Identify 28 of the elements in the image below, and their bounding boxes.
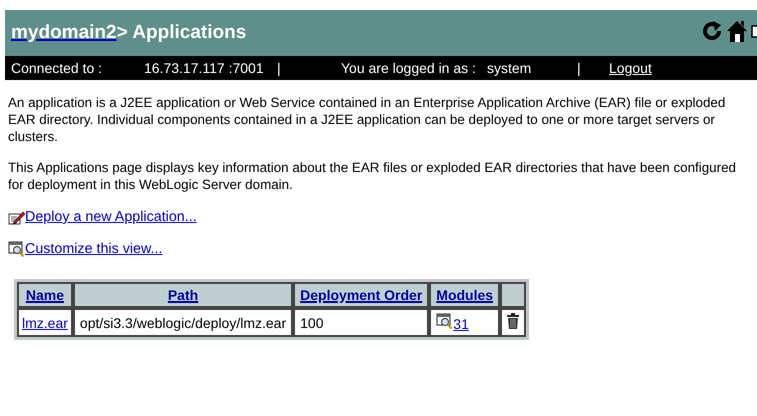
column-header[interactable]: Path [72,282,294,308]
server-address: 16.73.17.117 :7001 [144,60,265,76]
separator: | [277,60,282,76]
user-name: system [487,60,532,76]
edit-icon [8,211,25,225]
column-header[interactable]: Modules [429,282,500,308]
column-header[interactable]: Name [17,282,73,308]
column-header[interactable]: Deployment Order [293,282,430,308]
table-cell: 100 [293,308,430,337]
description-text: An application is a J2EE application or Web Service contained in an Enterprise Application Archive (EAR) file or exploded EAR directory. Individual components contained in a J2EE application can be deployed to one or more target servers or clusters. [8,94,726,145]
modules-link[interactable]: 31 [453,316,469,332]
magnifier-window-icon [8,241,25,257]
action-link[interactable]: Deploy a new Application... [25,209,197,225]
magnifier-window-icon [436,313,454,329]
page-icon[interactable] [751,24,757,38]
description-text: This Applications page displays key information about the EAR files or exploded EAR directories that have been configured for deployment in this WebLogic Server domain. [8,159,737,193]
logged-in-label: You are logged in as : [341,60,477,76]
separator: | [577,60,582,76]
table-cell: opt/si3.3/weblogic/deploy/lmz.ear [72,308,294,337]
home-icon[interactable] [726,19,748,43]
trash-icon[interactable] [507,313,520,329]
logout-link[interactable]: Logout [609,60,652,76]
page-title: > Applications [116,22,246,44]
domain-link[interactable]: mydomain2 [11,22,117,44]
connected-label: Connected to : [11,60,104,76]
refresh-icon[interactable] [701,20,723,42]
action-link[interactable]: Customize this view... [25,241,162,257]
application-link[interactable]: lmz.ear [22,314,68,330]
